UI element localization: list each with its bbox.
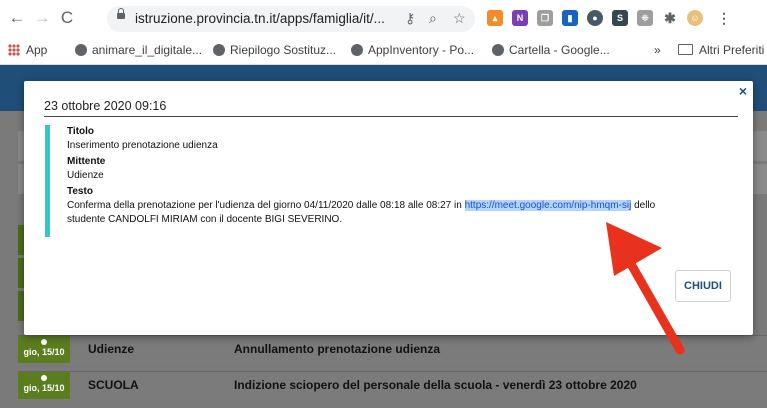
annotation-arrow-icon (606, 222, 685, 355)
